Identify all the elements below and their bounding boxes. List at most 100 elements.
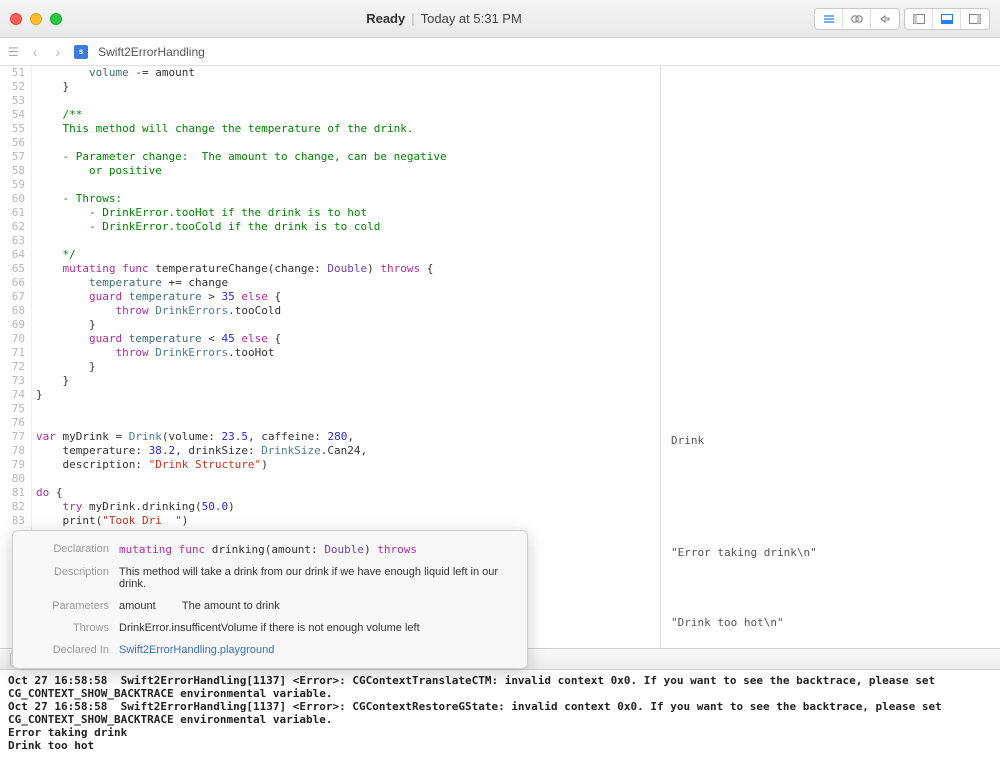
- result-row: [671, 378, 990, 392]
- code-line[interactable]: temperature += change: [36, 276, 660, 290]
- code-line[interactable]: guard temperature > 35 else {: [36, 290, 660, 304]
- panel-left-icon[interactable]: [905, 9, 933, 29]
- result-row: [671, 266, 990, 280]
- result-row: [671, 252, 990, 266]
- line-number: 53: [0, 94, 25, 108]
- minimize-icon[interactable]: [30, 13, 42, 25]
- result-row: [671, 532, 990, 546]
- line-number: 79: [0, 458, 25, 472]
- result-row: [671, 98, 990, 112]
- code-line[interactable]: - DrinkError.tooHot if the drink is to h…: [36, 206, 660, 220]
- line-number: 52: [0, 80, 25, 94]
- code-line[interactable]: }: [36, 80, 660, 94]
- line-number: 59: [0, 178, 25, 192]
- result-row: [671, 238, 990, 252]
- toolbar-right: [814, 8, 990, 30]
- code-line[interactable]: guard temperature < 45 else {: [36, 332, 660, 346]
- result-row: [671, 112, 990, 126]
- code-line[interactable]: do {: [36, 486, 660, 500]
- line-number: 58: [0, 164, 25, 178]
- code-line[interactable]: volume -= amount: [36, 66, 660, 80]
- result-row: [671, 406, 990, 420]
- popover-decl-value: mutating func drinking(amount: Double) t…: [119, 543, 513, 556]
- code-line[interactable]: try myDrink.drinking(50.0): [36, 500, 660, 514]
- line-number: 72: [0, 360, 25, 374]
- code-line[interactable]: temperature: 38.2, drinkSize: DrinkSize.…: [36, 444, 660, 458]
- code-line[interactable]: [36, 178, 660, 192]
- code-line[interactable]: This method will change the temperature …: [36, 122, 660, 136]
- result-row: [671, 364, 990, 378]
- line-number: 55: [0, 122, 25, 136]
- code-line[interactable]: /**: [36, 108, 660, 122]
- line-number: 63: [0, 234, 25, 248]
- code-line[interactable]: }: [36, 388, 660, 402]
- result-row: [671, 196, 990, 210]
- zoom-icon[interactable]: [50, 13, 62, 25]
- line-number: 62: [0, 220, 25, 234]
- code-line[interactable]: }: [36, 374, 660, 388]
- editor-standard-icon[interactable]: [815, 9, 843, 29]
- popover-throws-label: Throws: [27, 622, 119, 634]
- popover-params-value: amount The amount to drink: [119, 600, 513, 612]
- result-row: [671, 420, 990, 434]
- popover-declaredin-link[interactable]: Swift2ErrorHandling.playground: [119, 644, 513, 656]
- line-number: 73: [0, 374, 25, 388]
- code-line[interactable]: - DrinkError.tooCold if the drink is to …: [36, 220, 660, 234]
- code-line[interactable]: }: [36, 360, 660, 374]
- line-number: 80: [0, 472, 25, 486]
- line-number: 54: [0, 108, 25, 122]
- code-line[interactable]: */: [36, 248, 660, 262]
- window-controls: [10, 13, 62, 25]
- code-line[interactable]: print("Took Dri "): [36, 514, 660, 528]
- code-line[interactable]: [36, 94, 660, 108]
- code-line[interactable]: throw DrinkErrors.tooCold: [36, 304, 660, 318]
- code-line[interactable]: mutating func temperatureChange(change: …: [36, 262, 660, 276]
- result-row: [671, 602, 990, 616]
- quick-help-popover: Declaration mutating func drinking(amoun…: [12, 530, 528, 669]
- result-row: [671, 168, 990, 182]
- file-name[interactable]: Swift2ErrorHandling: [98, 45, 205, 59]
- result-row: Drink: [671, 434, 990, 448]
- console-output[interactable]: Oct 27 16:58:58 Swift2ErrorHandling[1137…: [0, 670, 1000, 780]
- line-number: 70: [0, 332, 25, 346]
- code-line[interactable]: [36, 416, 660, 430]
- close-icon[interactable]: [10, 13, 22, 25]
- result-row: [671, 518, 990, 532]
- popover-desc-label: Description: [27, 566, 119, 590]
- code-line[interactable]: var myDrink = Drink(volume: 23.5, caffei…: [36, 430, 660, 444]
- nav-back-icon[interactable]: ‹: [29, 44, 42, 60]
- code-line[interactable]: throw DrinkErrors.tooHot: [36, 346, 660, 360]
- nav-forward-icon[interactable]: ›: [51, 44, 64, 60]
- result-row: [671, 588, 990, 602]
- result-row: [671, 392, 990, 406]
- line-number: 78: [0, 444, 25, 458]
- code-line[interactable]: or positive: [36, 164, 660, 178]
- code-line[interactable]: [36, 136, 660, 150]
- line-number: 77: [0, 430, 25, 444]
- line-number: 61: [0, 206, 25, 220]
- line-number: 65: [0, 262, 25, 276]
- code-line[interactable]: - Parameter change: The amount to change…: [36, 150, 660, 164]
- line-number: 76: [0, 416, 25, 430]
- editor-version-icon[interactable]: [871, 9, 899, 29]
- code-line[interactable]: [36, 472, 660, 486]
- line-number: 75: [0, 402, 25, 416]
- panel-bottom-icon[interactable]: [933, 9, 961, 29]
- line-number: 66: [0, 276, 25, 290]
- result-row: [671, 658, 990, 672]
- popover-desc-value: This method will take a drink from our d…: [119, 566, 513, 590]
- result-row: [671, 448, 990, 462]
- editor-assistant-icon[interactable]: [843, 9, 871, 29]
- code-line[interactable]: }: [36, 318, 660, 332]
- code-line[interactable]: [36, 402, 660, 416]
- line-number: 69: [0, 318, 25, 332]
- line-number: 57: [0, 150, 25, 164]
- result-row: [671, 280, 990, 294]
- related-items-icon[interactable]: ☰: [8, 45, 19, 59]
- result-row: [671, 476, 990, 490]
- code-line[interactable]: [36, 234, 660, 248]
- code-line[interactable]: description: "Drink Structure"): [36, 458, 660, 472]
- code-line[interactable]: - Throws:: [36, 192, 660, 206]
- line-number: 82: [0, 500, 25, 514]
- panel-right-icon[interactable]: [961, 9, 989, 29]
